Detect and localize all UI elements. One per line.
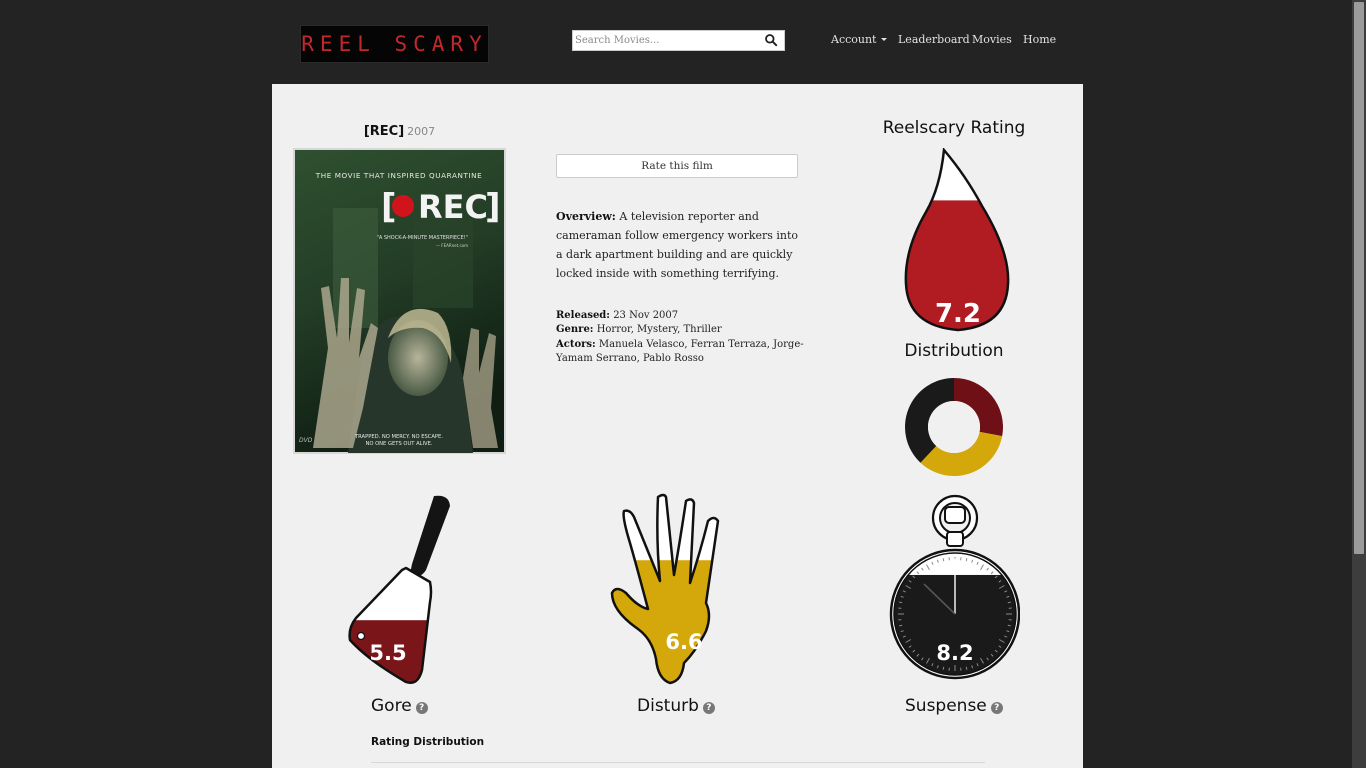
rating-value: 7.2: [935, 299, 981, 329]
genre-label: Genre:: [556, 324, 594, 336]
disturb-help-icon[interactable]: ?: [702, 702, 715, 714]
disturb-label: Disturb: [637, 696, 699, 716]
gore-label: Gore: [371, 696, 412, 716]
stopwatch-icon: 8.2: [889, 494, 1020, 680]
movie-facts: Released: 23 Nov 2007 Genre: Horror, Mys…: [556, 309, 806, 367]
poster-quote: "A SHOCK-A-MINUTE MASTERPIECE!": [377, 235, 468, 241]
suspense-value: 8.2: [936, 641, 973, 665]
movie-title: [REC] 2007: [272, 124, 527, 139]
released-value: 23 Nov 2007: [613, 310, 679, 321]
distribution-donut-chart: [905, 378, 1003, 476]
gore-value: 5.5: [369, 641, 406, 665]
genre-value: Horror, Mystery, Thriller: [596, 324, 722, 336]
actors-row: Actors: Manuela Velasco, Ferran Terraza,…: [556, 338, 806, 367]
stopwatch-tick: [965, 558, 968, 562]
movie-card: [REC] 2007 THE MOVIE THAT INSPIRED QUARAN…: [272, 84, 1083, 768]
poster-bracket-right: ]: [485, 187, 501, 227]
rate-film-button[interactable]: Rate this film: [556, 154, 798, 178]
blood-drop-rating: 7.2: [904, 148, 1010, 332]
nav-leaderboard-link[interactable]: Leaderboard: [898, 33, 970, 46]
stopwatch-tick: [899, 601, 903, 604]
movie-year: 2007: [407, 125, 436, 138]
genre-row: Genre: Horror, Mystery, Thriller: [556, 323, 806, 337]
stopwatch-tick: [1007, 601, 1011, 604]
record-dot-icon: [392, 195, 414, 217]
movie-poster: THE MOVIE THAT INSPIRED QUARANTINE [ REC…: [293, 148, 506, 454]
donut-hole: [928, 401, 980, 453]
search-icon[interactable]: [764, 33, 778, 47]
cleaver-icon: 5.5: [348, 495, 450, 684]
stopwatch-tick: [899, 624, 903, 627]
search-input[interactable]: [573, 31, 761, 50]
site-logo[interactable]: REEL SCARY: [300, 25, 489, 63]
poster-dvd-logo: DVD: [299, 437, 313, 444]
released-row: Released: 23 Nov 2007: [556, 309, 806, 323]
search-box: [572, 30, 785, 51]
rating-title: Reelscary Rating: [882, 118, 1026, 138]
nav-account-dropdown[interactable]: Account: [831, 33, 888, 46]
navbar: REEL SCARY Account Leaderboard Movies Ho…: [0, 0, 1366, 84]
suspense-metric: Suspense?: [905, 696, 1003, 716]
rating-distribution-title: Rating Distribution: [371, 736, 485, 748]
poster-quote-source: — FEARnet.com: [436, 243, 468, 248]
scrollbar-thumb[interactable]: [1354, 2, 1364, 554]
suspense-label: Suspense: [905, 696, 987, 716]
stopwatch-tick: [965, 666, 968, 670]
nav-account-label: Account: [831, 33, 877, 46]
distribution-title: Distribution: [904, 341, 1004, 361]
poster-tagline: THE MOVIE THAT INSPIRED QUARANTINE: [315, 171, 483, 180]
released-label: Released:: [556, 310, 610, 321]
overview-label: Overview:: [556, 210, 616, 223]
poster-title: REC: [418, 188, 488, 226]
nav-home-link[interactable]: Home: [1023, 33, 1056, 46]
stopwatch-tick: [942, 666, 945, 670]
stopwatch-tick: [942, 558, 945, 562]
caret-down-icon: [881, 38, 888, 41]
disturb-fill: [612, 560, 718, 683]
suspense-help-icon[interactable]: ?: [990, 702, 1003, 714]
actors-label: Actors:: [556, 338, 596, 350]
gore-help-icon[interactable]: ?: [415, 702, 428, 714]
gore-metric: Gore?: [371, 696, 428, 716]
poster-bottom-line-2: NO ONE GETS OUT ALIVE.: [365, 441, 432, 447]
poster-bottom-line-1: TRAPPED. NO MERCY. NO ESCAPE.: [354, 434, 443, 440]
movie-name: [REC]: [363, 124, 405, 139]
movie-overview: Overview: A television reporter and came…: [556, 207, 806, 283]
divider: [371, 762, 985, 763]
nav-movies-link[interactable]: Movies: [972, 33, 1012, 46]
disturb-value: 6.6: [665, 630, 702, 654]
disturb-metric: Disturb?: [637, 696, 715, 716]
skeleton-hand-icon: 6.6: [610, 493, 720, 685]
page-scrollbar[interactable]: [1352, 0, 1366, 768]
stopwatch-tick: [1007, 624, 1011, 627]
